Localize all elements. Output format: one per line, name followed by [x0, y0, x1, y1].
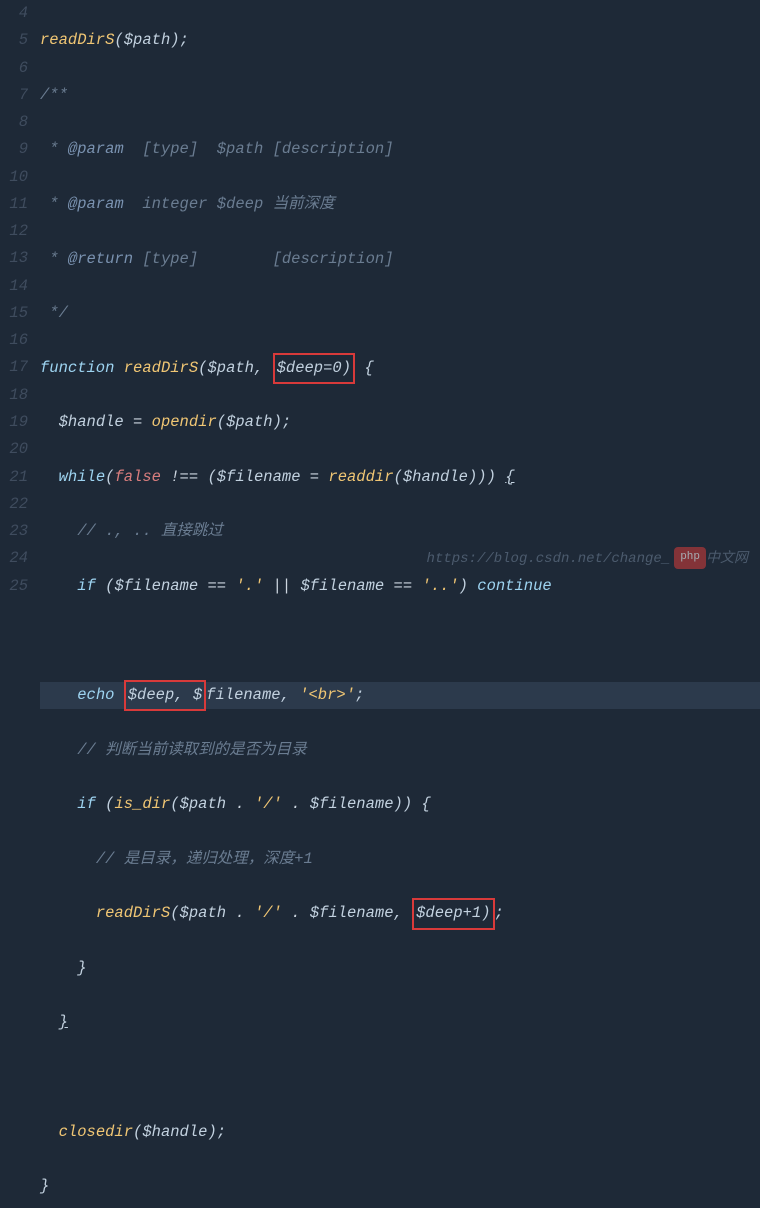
line-number: 18 [0, 382, 28, 409]
line-number: 7 [0, 82, 28, 109]
line-number: 8 [0, 109, 28, 136]
code-line: * @return [type] [description] [40, 246, 760, 273]
line-number: 24 [0, 545, 28, 572]
line-number: 20 [0, 436, 28, 463]
code-line: /** [40, 82, 760, 109]
line-number: 12 [0, 218, 28, 245]
code-line: readDirS($path); [40, 27, 760, 54]
code-line: closedir($handle); [40, 1119, 760, 1146]
code-line: $handle = opendir($path); [40, 409, 760, 436]
code-area[interactable]: readDirS($path); /** * @param [type] $pa… [36, 0, 760, 604]
highlight-box: $deep, $ [124, 680, 206, 711]
line-number: 16 [0, 327, 28, 354]
line-number: 11 [0, 191, 28, 218]
code-line: while(false !== ($filename = readdir($ha… [40, 464, 760, 491]
line-number: 21 [0, 464, 28, 491]
line-number: 4 [0, 0, 28, 27]
code-editor[interactable]: 45678910111213141516171819202122232425 r… [0, 0, 760, 604]
line-number: 10 [0, 164, 28, 191]
code-line [40, 627, 760, 654]
code-line: // 判断当前读取到的是否为目录 [40, 737, 760, 764]
code-line: */ [40, 300, 760, 327]
code-line-highlighted: echo $deep, $filename, '<br>'; [40, 682, 760, 709]
line-number: 5 [0, 27, 28, 54]
code-line: // 是目录，递归处理，深度+1 [40, 846, 760, 873]
line-number: 14 [0, 273, 28, 300]
code-line: } [40, 1173, 760, 1200]
line-number: 23 [0, 518, 28, 545]
highlight-box: $deep+1) [412, 898, 494, 929]
line-number: 9 [0, 136, 28, 163]
watermark: https://blog.csdn.net/change_php中文网 [376, 522, 748, 596]
code-line: } [40, 1009, 760, 1036]
line-number: 19 [0, 409, 28, 436]
code-line: if (is_dir($path . '/' . $filename)) { [40, 791, 760, 818]
highlight-box: $deep=0) [273, 353, 355, 384]
line-number-gutter: 45678910111213141516171819202122232425 [0, 0, 36, 604]
code-line [40, 1064, 760, 1091]
line-number: 25 [0, 573, 28, 600]
code-line: readDirS($path . '/' . $filename, $deep+… [40, 900, 760, 927]
line-number: 17 [0, 354, 28, 381]
line-number: 22 [0, 491, 28, 518]
line-number: 13 [0, 245, 28, 272]
line-number: 6 [0, 55, 28, 82]
code-line: * @param integer $deep 当前深度 [40, 191, 760, 218]
line-number: 15 [0, 300, 28, 327]
code-line: function readDirS($path, $deep=0) { [40, 355, 760, 382]
code-line: } [40, 955, 760, 982]
code-line: * @param [type] $path [description] [40, 136, 760, 163]
